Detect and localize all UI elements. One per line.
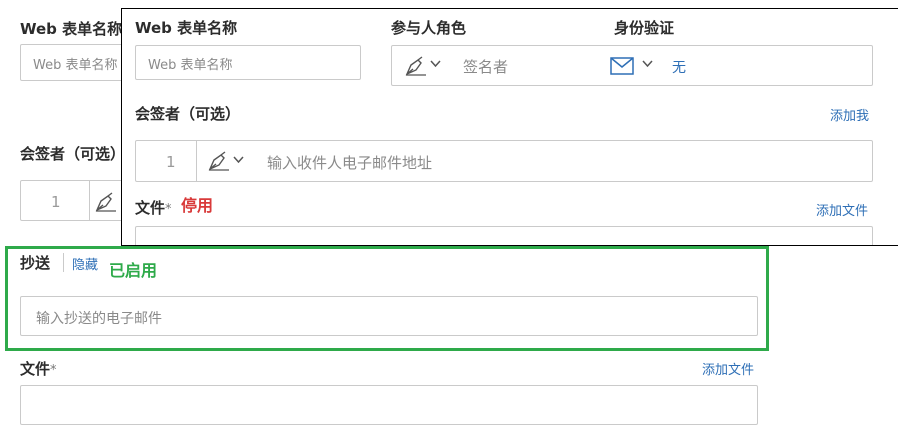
identity-value[interactable]: 无 [672, 57, 686, 77]
front-form-panel: Web 表单名称 Web 表单名称 参与人角色 身份验证 签名者 无 会签者（可… [121, 8, 898, 246]
cosigner-label: 会签者（可选） [20, 145, 126, 163]
web-form-name-input[interactable]: Web 表单名称 [135, 45, 361, 80]
web-form-name-label: Web 表单名称 [135, 19, 238, 37]
file-label-text: 文件 [20, 360, 51, 378]
participant-role-label: 参与人角色 [391, 19, 467, 37]
participant-row: 签名者 无 [391, 45, 873, 86]
chevron-down-icon[interactable] [642, 60, 653, 68]
chevron-down-icon[interactable] [430, 60, 441, 68]
web-form-name-placeholder: Web 表单名称 [148, 58, 233, 73]
cosigner-label: 会签者（可选） [135, 105, 241, 123]
add-me-link[interactable]: 添加我 [830, 105, 869, 124]
disabled-annotation: 停用 [181, 196, 214, 215]
role-value[interactable]: 签名者 [463, 56, 508, 77]
pen-icon[interactable] [404, 56, 428, 76]
file-label: 文件* [135, 197, 172, 218]
file-dropzone[interactable] [20, 385, 758, 425]
add-file-link[interactable]: 添加文件 [816, 200, 868, 219]
file-label-text: 文件 [135, 199, 166, 217]
enabled-annotation: 已启用 [109, 261, 158, 280]
recipient-email-input[interactable]: 1 输入收件人电子邮件地址 [135, 140, 873, 182]
chevron-down-icon[interactable] [233, 156, 244, 164]
file-dropzone[interactable] [135, 226, 873, 245]
envelope-icon[interactable] [610, 57, 634, 75]
web-form-name-placeholder: Web 表单名称 [33, 58, 118, 73]
add-file-link[interactable]: 添加文件 [702, 359, 754, 378]
required-mark: * [165, 202, 172, 217]
identity-verify-label: 身份验证 [614, 19, 675, 37]
cosigner-index: 1 [51, 193, 61, 211]
web-form-name-label: Web 表单名称 [20, 20, 123, 38]
file-label: 文件* [20, 358, 57, 379]
required-mark: * [50, 363, 57, 378]
recipient-email-placeholder: 输入收件人电子邮件地址 [267, 154, 433, 172]
web-form-name-input[interactable]: Web 表单名称 [20, 44, 130, 81]
pen-icon[interactable] [207, 151, 231, 171]
cosigner-email-input[interactable]: 1 [20, 180, 130, 221]
pen-icon[interactable] [94, 192, 118, 212]
cosigner-index: 1 [166, 153, 176, 171]
